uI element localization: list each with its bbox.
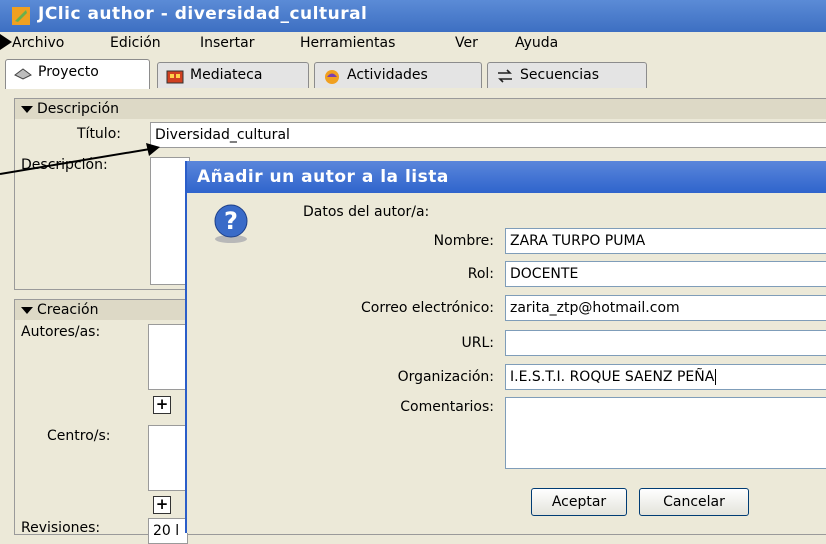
correo-label: Correo electrónico: [361, 300, 494, 316]
tab-secuencias-label: Secuencias [520, 67, 600, 83]
authors-label: Autores/as: [21, 324, 101, 340]
centers-label: Centro/s: [47, 428, 111, 444]
accept-button[interactable]: Aceptar [531, 488, 627, 516]
tab-proyecto-label: Proyecto [38, 64, 99, 80]
menu-ver[interactable]: Ver [455, 35, 478, 51]
descripcion-header-label: Descripción [37, 101, 119, 117]
organization-field[interactable]: I.E.S.T.I. ROQUE SAENZ PEÑA [505, 364, 826, 390]
sequences-icon [498, 69, 512, 83]
tab-bar: Proyecto Mediateca Actividades Secuencia… [0, 56, 826, 91]
dialog-heading: Datos del autor/a: [303, 204, 430, 220]
tab-actividades[interactable]: Actividades [314, 62, 482, 88]
activities-icon [325, 70, 339, 84]
revisions-list[interactable]: 20 l [148, 518, 188, 544]
jclic-logo-icon [12, 7, 30, 25]
organization-value: I.E.S.T.I. ROQUE SAENZ PEÑA [510, 369, 715, 385]
rol-field[interactable]: DOCENTE [505, 261, 826, 287]
question-icon: ? [214, 204, 248, 243]
title-label: Título: [77, 126, 121, 142]
window-title: JClic author - diversidad_cultural [38, 4, 368, 24]
tab-actividades-label: Actividades [347, 67, 428, 83]
app-title-bar[interactable]: JClic author - diversidad_cultural [0, 0, 826, 32]
description-label: Descripción: [21, 157, 108, 173]
tab-mediateca[interactable]: Mediateca [157, 62, 309, 88]
dialog-title[interactable]: Añadir un autor a la lista [187, 161, 826, 193]
menu-herramientas[interactable]: Herramientas [300, 35, 395, 51]
email-field[interactable]: zarita_ztp@hotmail.com [505, 295, 826, 321]
centers-list[interactable] [148, 425, 188, 491]
media-library-icon [166, 70, 184, 84]
descripcion-header[interactable]: Descripción [15, 99, 826, 119]
menu-insertar[interactable]: Insertar [200, 35, 255, 51]
rol-label: Rol: [467, 266, 494, 282]
add-author-button[interactable]: + [153, 396, 171, 414]
url-field[interactable] [505, 330, 826, 356]
organizacion-label: Organización: [397, 369, 494, 385]
cancel-button[interactable]: Cancelar [639, 488, 749, 516]
menu-edicion[interactable]: Edición [110, 35, 161, 51]
collapse-triangle-icon [21, 307, 33, 314]
menu-bar: Archivo Edición Insertar Herramientas Ve… [0, 32, 826, 56]
creacion-header-label: Creación [37, 302, 99, 318]
title-field[interactable]: Diversidad_cultural [150, 122, 826, 148]
svg-text:?: ? [224, 207, 238, 235]
menu-archivo[interactable]: Archivo [12, 35, 64, 51]
revisions-label: Revisiones: [21, 520, 101, 536]
text-caret [715, 369, 717, 385]
collapse-triangle-icon [21, 106, 33, 113]
comentarios-label: Comentarios: [400, 399, 494, 415]
menu-ayuda[interactable]: Ayuda [515, 35, 558, 51]
project-icon [14, 68, 32, 80]
authors-list[interactable] [148, 324, 188, 390]
tab-proyecto[interactable]: Proyecto [5, 59, 150, 89]
description-field[interactable] [150, 157, 190, 285]
add-author-dialog: Añadir un autor a la lista ? Datos del a… [185, 161, 826, 533]
nombre-label: Nombre: [433, 233, 494, 249]
nombre-field[interactable]: ZARA TURPO PUMA [505, 228, 826, 254]
tab-mediateca-label: Mediateca [190, 67, 263, 83]
tab-secuencias[interactable]: Secuencias [487, 62, 647, 88]
url-label: URL: [461, 335, 495, 351]
add-center-button[interactable]: + [153, 496, 171, 514]
comments-field[interactable] [505, 397, 826, 469]
